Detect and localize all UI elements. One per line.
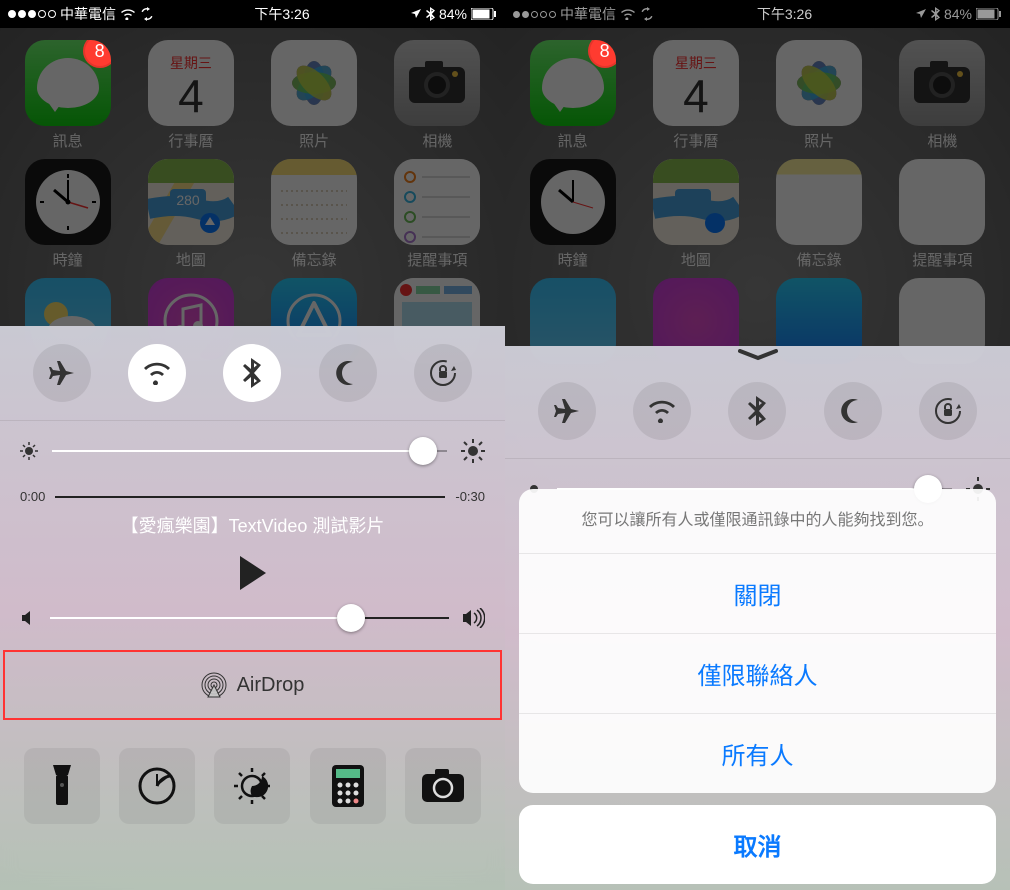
status-bar: 中華電信 下午3:26 84%: [505, 0, 1010, 28]
brightness-low-icon: [20, 442, 38, 460]
airplane-icon: [48, 359, 76, 387]
action-sheet: 您可以讓所有人或僅限通訊錄中的人能夠找到您。 關閉 僅限聯絡人 所有人 取消: [519, 489, 996, 884]
wifi-toggle[interactable]: [633, 382, 691, 440]
airdrop-button[interactable]: AirDrop: [3, 650, 502, 720]
wifi-icon: [120, 8, 136, 20]
airdrop-off-option[interactable]: 關閉: [519, 554, 996, 634]
timer-icon: [137, 766, 177, 806]
volume-high-icon: [461, 608, 485, 628]
battery-icon: [976, 8, 1002, 20]
home-screen: 8訊息 星期三4行事曆 照片 相機 時鐘 地圖 備忘錄 提醒事項: [505, 28, 1010, 890]
flashlight-button[interactable]: [24, 748, 100, 824]
bluetooth-icon: [243, 358, 261, 388]
play-button[interactable]: [240, 556, 266, 590]
airdrop-everyone-option[interactable]: 所有人: [519, 714, 996, 793]
time-label: 下午3:26: [254, 4, 309, 24]
bluetooth-icon: [426, 7, 435, 21]
airplane-toggle[interactable]: [33, 344, 91, 402]
status-bar: 中華電信 下午3:26 84%: [0, 0, 505, 28]
sheet-message: 您可以讓所有人或僅限通訊錄中的人能夠找到您。: [519, 489, 996, 554]
time-remaining: -0:30: [455, 489, 485, 504]
scrubber[interactable]: 0:00 -0:30: [20, 489, 485, 504]
bluetooth-icon: [931, 7, 940, 21]
moon-icon: [335, 360, 361, 386]
timer-button[interactable]: [119, 748, 195, 824]
dnd-toggle[interactable]: [319, 344, 377, 402]
carrier-label: 中華電信: [60, 4, 116, 24]
sync-icon: [640, 7, 654, 21]
home-screen: 8 訊息 星期三4 行事曆 照片 相機 時鐘: [0, 28, 505, 890]
wifi-icon: [142, 361, 172, 385]
rotation-lock-toggle[interactable]: [919, 382, 977, 440]
calculator-button[interactable]: [310, 748, 386, 824]
camera-icon: [421, 769, 465, 803]
phone-right: 中華電信 下午3:26 84% 8訊息 星期三4行事曆 照片 相機 時鐘 地圖 …: [505, 0, 1010, 890]
airdrop-icon: [201, 672, 227, 698]
rotation-lock-toggle[interactable]: [414, 344, 472, 402]
lock-rotation-icon: [428, 358, 458, 388]
location-icon: [915, 8, 927, 20]
nightshift-button[interactable]: [214, 748, 290, 824]
grabber[interactable]: [505, 346, 1010, 364]
time-elapsed: 0:00: [20, 489, 45, 504]
location-icon: [410, 8, 422, 20]
bluetooth-toggle[interactable]: [728, 382, 786, 440]
calculator-icon: [332, 765, 364, 807]
brightness-slider[interactable]: [0, 421, 505, 481]
airdrop-contacts-option[interactable]: 僅限聯絡人: [519, 634, 996, 714]
airplane-toggle[interactable]: [538, 382, 596, 440]
bluetooth-toggle[interactable]: [223, 344, 281, 402]
signal-dots: [8, 10, 56, 18]
dnd-toggle[interactable]: [824, 382, 882, 440]
volume-low-icon: [20, 609, 38, 627]
now-playing-title: 【愛瘋樂園】TextVideo 測試影片: [20, 512, 485, 538]
battery-icon: [471, 8, 497, 20]
flashlight-icon: [51, 765, 73, 807]
cancel-button[interactable]: 取消: [519, 805, 996, 884]
control-center[interactable]: 0:00 -0:30 【愛瘋樂園】TextVideo 測試影片 AirDrop: [0, 326, 505, 890]
sync-icon: [140, 7, 154, 21]
battery-pct: 84%: [439, 6, 467, 22]
brightness-high-icon: [461, 439, 485, 463]
wifi-toggle[interactable]: [128, 344, 186, 402]
phone-left: 中華電信 下午3:26 84% 8 訊息 星期三4 行事曆: [0, 0, 505, 890]
sun-moon-icon: [232, 766, 272, 806]
volume-slider[interactable]: [20, 608, 485, 628]
wifi-icon: [620, 8, 636, 20]
camera-button[interactable]: [405, 748, 481, 824]
